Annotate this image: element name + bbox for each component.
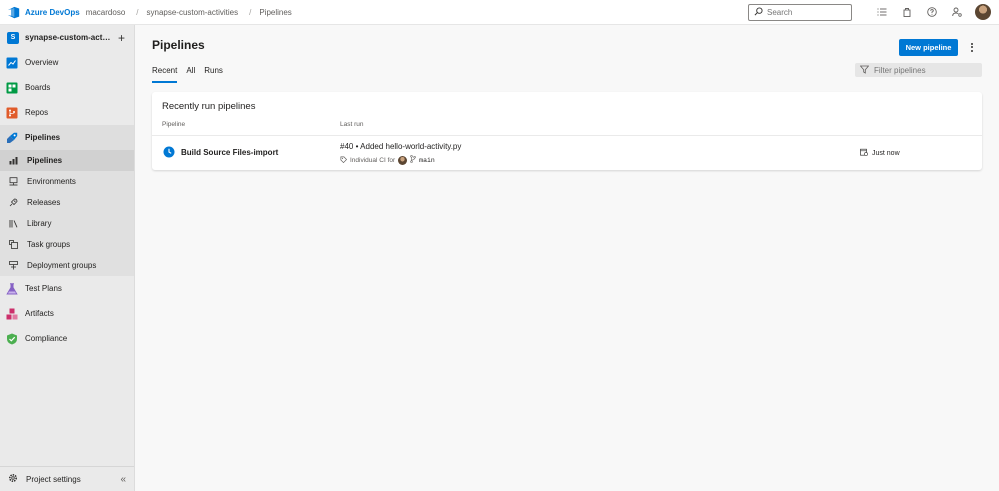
user-avatar[interactable]: [975, 4, 991, 20]
compliance-icon: [6, 333, 18, 345]
search-input[interactable]: [767, 7, 847, 17]
pipelines-icon: [6, 132, 18, 144]
run-time-label: Just now: [872, 149, 900, 157]
library-icon: [9, 219, 18, 228]
sidebar-item-label: Test Plans: [25, 284, 62, 293]
sidebar-subitem-label: Pipelines: [27, 156, 63, 165]
search-box[interactable]: [748, 3, 852, 21]
sidebar-item-artifacts[interactable]: Artifacts: [0, 301, 134, 326]
sidebar-subitem-releases[interactable]: Releases: [0, 192, 134, 213]
sidebar-item-overview[interactable]: Overview: [0, 50, 134, 75]
releases-icon: [9, 198, 18, 207]
tab-all[interactable]: All: [186, 65, 195, 83]
collapse-sidebar-icon[interactable]: «: [120, 474, 126, 485]
sidebar-item-label: Artifacts: [25, 309, 54, 318]
add-icon[interactable]: +: [118, 32, 125, 44]
sidebar-item-boards[interactable]: Boards: [0, 75, 134, 100]
artifacts-icon: [6, 308, 18, 320]
trigger-text: Individual CI for: [350, 156, 396, 164]
breadcrumb-organization[interactable]: macardoso: [86, 8, 126, 17]
filter-input[interactable]: [874, 65, 974, 75]
trigger-tag-icon: [340, 156, 348, 165]
breadcrumb-project[interactable]: synapse-custom-activities: [147, 8, 239, 17]
sidebar-subitem-pipelines[interactable]: Pipelines: [0, 150, 134, 171]
sidebar-subitem-label: Releases: [27, 198, 61, 207]
table-row[interactable]: Build Source Files-import #40 • Added he…: [152, 136, 982, 170]
boards-icon: [6, 82, 18, 94]
sidebar-subitem-label: Task groups: [27, 240, 71, 249]
in-progress-clock-icon: [163, 146, 175, 158]
pipelines-submenu: Pipelines Environments Releases Library …: [0, 150, 134, 276]
sidebar-subitem-label: Library: [27, 219, 52, 228]
card-title: Recently run pipelines: [162, 101, 256, 112]
gear-icon: [8, 473, 18, 485]
branch-icon: [410, 155, 416, 165]
breadcrumb-separator: /: [136, 7, 139, 17]
run-time: Just now: [860, 148, 900, 158]
task-groups-icon: [9, 240, 18, 249]
more-options-icon[interactable]: [968, 40, 976, 54]
sidebar-subitem-label: Environments: [27, 177, 76, 186]
deployment-groups-icon: [9, 261, 18, 270]
tab-recent[interactable]: Recent: [152, 65, 178, 83]
sidebar-item-compliance[interactable]: Compliance: [0, 326, 134, 351]
top-bar: Azure DevOps macardoso / synapse-custom-…: [0, 0, 999, 25]
column-header-last-run: Last run: [340, 121, 364, 128]
pipelines-sub-icon: [9, 156, 18, 165]
pipeline-name-link[interactable]: Build Source Files-import: [181, 148, 278, 157]
search-icon: [754, 6, 763, 18]
sidebar-subitem-task-groups[interactable]: Task groups: [0, 234, 134, 255]
main-content: Pipelines New pipeline Recent All Runs R…: [136, 25, 999, 491]
tab-bar: Recent All Runs: [152, 65, 232, 83]
sidebar-item-label: Repos: [25, 108, 49, 117]
sidebar-subitem-library[interactable]: Library: [0, 213, 134, 234]
project-settings-item[interactable]: Project settings «: [0, 466, 134, 491]
test-plans-icon: [6, 282, 18, 295]
sidebar-subitem-environments[interactable]: Environments: [0, 171, 134, 192]
sidebar-item-label: Compliance: [25, 334, 68, 343]
run-meta: Individual CI for main: [340, 155, 435, 165]
calendar-clock-icon: [860, 148, 868, 158]
sidebar-item-label: Pipelines: [25, 133, 61, 142]
column-header-pipeline: Pipeline: [162, 121, 186, 128]
sidebar-item-test-plans[interactable]: Test Plans: [0, 276, 134, 301]
help-icon[interactable]: [925, 5, 939, 19]
sidebar-item-label: Boards: [25, 83, 51, 92]
brand-link[interactable]: Azure DevOps: [25, 8, 80, 17]
list-settings-icon[interactable]: [875, 5, 889, 19]
repos-icon: [6, 107, 18, 119]
sidebar-subitem-label: Deployment groups: [27, 261, 97, 270]
sidebar-item-label: Overview: [25, 58, 59, 67]
filter-icon: [859, 65, 870, 76]
overview-icon: [6, 57, 18, 69]
project-badge: S: [7, 31, 19, 44]
azure-devops-logo-icon[interactable]: [7, 6, 20, 19]
user-settings-icon[interactable]: [950, 5, 964, 19]
branch-name: main: [419, 156, 435, 164]
project-name[interactable]: synapse-custom-activities: [25, 33, 111, 42]
sidebar: S synapse-custom-activities + Overview B…: [0, 25, 135, 491]
author-avatar: [398, 155, 408, 165]
breadcrumb-page[interactable]: Pipelines: [259, 8, 291, 17]
marketplace-bag-icon[interactable]: [900, 5, 914, 19]
page-title: Pipelines: [152, 38, 205, 52]
breadcrumb-separator: /: [249, 7, 252, 17]
environments-icon: [9, 177, 18, 186]
run-title-link[interactable]: #40 • Added hello-world-activity.py: [340, 142, 461, 151]
project-settings-label: Project settings: [26, 474, 81, 484]
sidebar-item-pipelines[interactable]: Pipelines: [0, 125, 134, 150]
recent-pipelines-card: Recently run pipelines Pipeline Last run…: [152, 92, 982, 170]
sidebar-item-repos[interactable]: Repos: [0, 100, 134, 125]
sidebar-subitem-deployment-groups[interactable]: Deployment groups: [0, 255, 134, 276]
project-header[interactable]: S synapse-custom-activities +: [0, 25, 134, 50]
new-pipeline-button[interactable]: New pipeline: [899, 39, 958, 56]
tab-runs[interactable]: Runs: [204, 65, 223, 83]
filter-box[interactable]: [855, 63, 982, 77]
